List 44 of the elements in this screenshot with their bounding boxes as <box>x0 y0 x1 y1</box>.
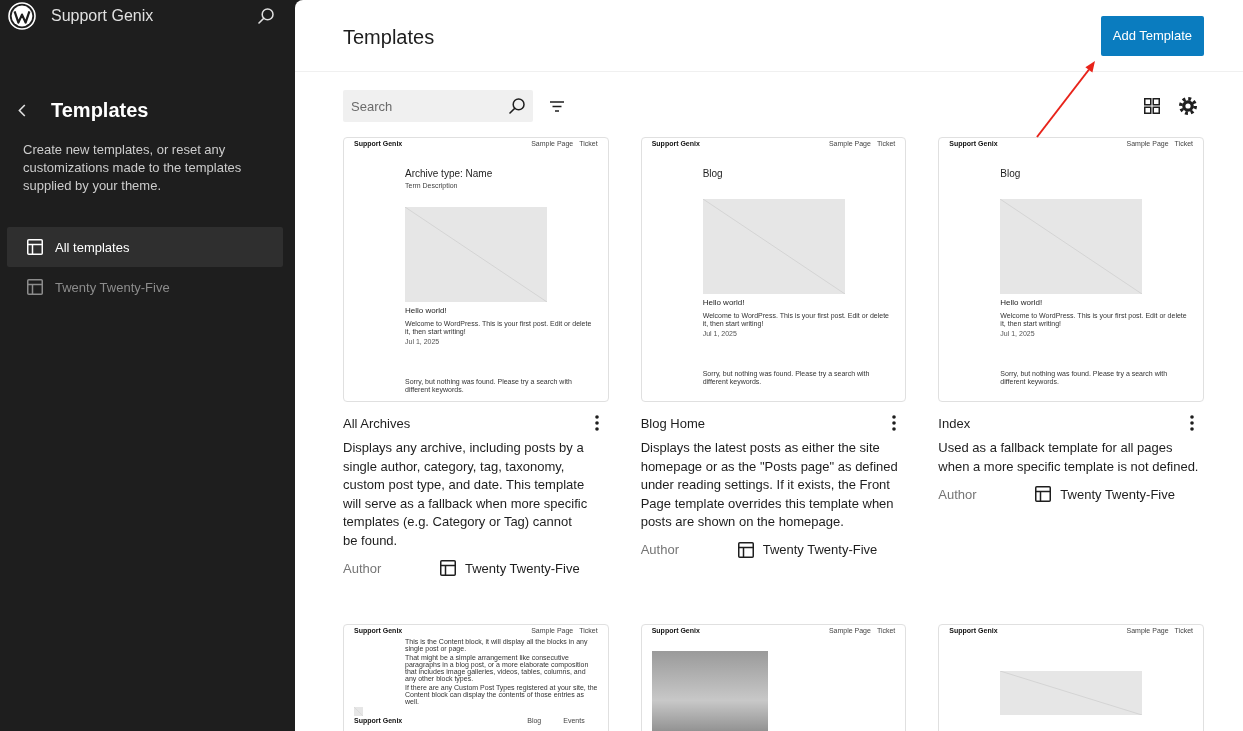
search-icon <box>509 98 525 114</box>
template-title[interactable]: All Archives <box>343 415 411 431</box>
template-description: Used as a fallback template for all pages when a more specific template is not defined. <box>938 439 1200 476</box>
image-placeholder-icon <box>354 707 363 716</box>
add-template-button[interactable]: Add Template <box>1100 15 1204 56</box>
kebab-icon <box>594 415 599 431</box>
layout-icon <box>737 541 754 558</box>
page-title: Templates <box>343 26 435 49</box>
author-label: Author <box>640 542 680 557</box>
preview-heading: Blog <box>702 168 724 180</box>
template-preview[interactable] <box>343 137 609 402</box>
site-title: Support Genix <box>51 6 155 25</box>
preview-post-title: Hello world! <box>702 298 746 308</box>
sidebar-title: Templates <box>51 98 149 122</box>
search-icon <box>258 7 274 24</box>
search-button[interactable] <box>258 7 274 24</box>
chevron-left-icon <box>18 103 26 117</box>
sidebar-description: Create new templates, or reset any customizations made to the templates supplied by your theme. <box>23 141 243 195</box>
preview-post-title: Hello world! <box>1000 298 1044 308</box>
author-label: Author <box>343 560 383 576</box>
author-label: Author <box>938 486 978 502</box>
kebab-icon <box>1190 415 1194 431</box>
template-title[interactable]: Index <box>938 415 971 431</box>
search-field[interactable]: Search <box>343 90 533 122</box>
preview-post-title: Hello world! <box>405 306 448 316</box>
filter-icon <box>550 100 564 112</box>
template-title[interactable]: Blog Home <box>640 415 705 431</box>
preview-heading: Archive type: Name <box>405 168 494 180</box>
grid-icon <box>1144 98 1160 114</box>
layout-icon <box>440 560 456 576</box>
nav-item[interactable]: Twenty Twenty-Five <box>7 267 283 307</box>
theme-name: Twenty Twenty-Five <box>762 542 878 557</box>
kebab-icon <box>892 415 897 431</box>
settings-icon <box>1179 97 1197 115</box>
template-description: Displays the latest posts as either the site homepage or as the "Posts page" as defined under reading settings. If it exists, the Front Page template overrides this template when posts are shown on the homepage. <box>640 439 899 531</box>
layout-icon <box>27 239 43 255</box>
layout-icon <box>27 279 43 295</box>
logo-icon[interactable] <box>8 1 36 30</box>
layout-icon <box>1035 486 1052 502</box>
theme-name: Twenty Twenty-Five <box>1060 486 1175 502</box>
theme-name: Twenty Twenty-Five <box>465 560 580 576</box>
nav-item[interactable]: All templates <box>7 227 283 267</box>
preview-heading: Blog <box>1000 168 1022 180</box>
template-description: Displays any archive, including posts by a single author, category, tag, taxonomy, custom post type, and date. This template will serve as a fallback when more specific templates (e.g. Category or Tag) cannot be found. <box>343 439 589 550</box>
